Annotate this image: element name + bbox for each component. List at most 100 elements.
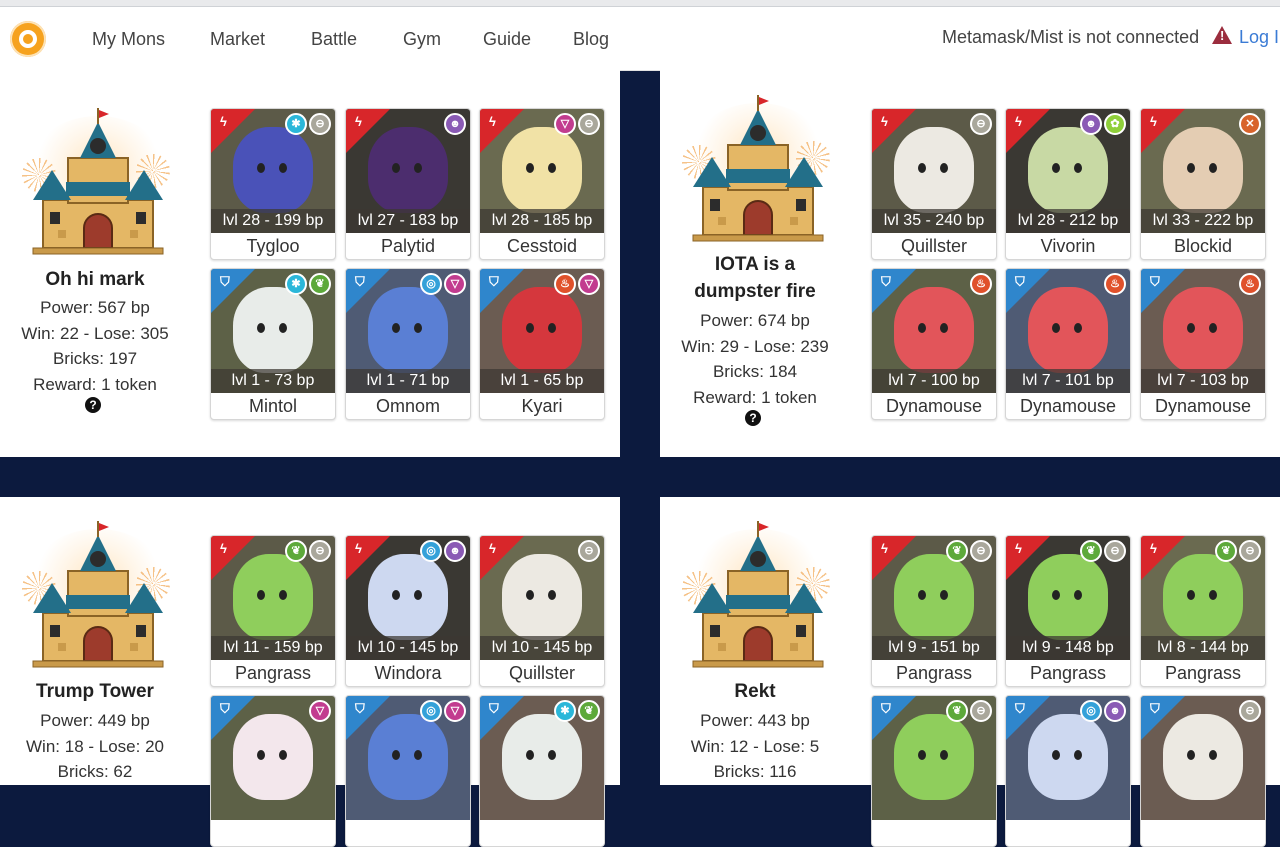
help-icon[interactable]: ? [85,397,101,413]
logo-icon[interactable] [10,21,46,57]
mon-name: Quillster [900,236,967,256]
mon-portrait: ϟ ⊖ lvl 35 - 240 bp [872,109,996,233]
attack-role-icon [211,536,255,580]
mon-name: Dynamouse [1154,396,1252,416]
mon-card[interactable]: ϟ ⊖ lvl 35 - 240 bp Quillster [871,108,997,260]
mon-portrait: ϟ ⊖ ✱ lvl 28 - 199 bp [211,109,335,233]
mon-card[interactable]: ⛉ ▽ [210,695,336,847]
mon-name: Mintol [248,396,297,416]
mon-card[interactable]: ϟ ⊖ ❦ lvl 9 - 148 bp Pangrass [1005,535,1131,687]
nav-guide[interactable]: Guide [483,29,531,50]
neutral-element-icon: ⊖ [970,700,992,722]
mon-card[interactable]: ⛉ ⊖ ❦ [871,695,997,847]
mon-card[interactable]: ϟ ⊖ ❦ lvl 11 - 159 bp Pangrass [210,535,336,687]
nav-gym[interactable]: Gym [403,29,441,50]
mon-card[interactable]: ⛉ ❦ ✱ lvl 1 - 73 bp Mintol [210,268,336,420]
mon-level-power: lvl 10 - 145 bp [480,636,604,660]
help-icon[interactable]: ? [745,410,761,426]
mon-card[interactable]: ϟ ✕ lvl 33 - 222 bp Blockid [1140,108,1266,260]
psychic-element-icon: ▽ [554,113,576,135]
shield-icon: ⛉ [489,701,499,716]
nav-market[interactable]: Market [210,29,265,50]
mon-card[interactable]: ⛉ ⊖ [1140,695,1266,847]
mon-portrait: ⛉ ♨ lvl 7 - 101 bp [1006,269,1130,393]
lightning-icon: ϟ [355,541,362,556]
defense-role-icon [211,269,255,313]
shield-icon: ⛉ [1015,701,1025,716]
mon-level-power: lvl 11 - 159 bp [211,636,335,660]
login-link[interactable]: Log In [1239,27,1280,48]
neutral-element-icon: ⊖ [309,113,331,135]
psychic-element-icon: ▽ [578,273,600,295]
mon-name: Vivorin [1040,236,1096,256]
neutral-element-icon: ⊖ [309,540,331,562]
mon-portrait: ϟ ⊖ lvl 10 - 145 bp [480,536,604,660]
mon-portrait: ⛉ ♨ lvl 7 - 103 bp [1141,269,1265,393]
mon-card[interactable]: ⛉ ▽ ♨ lvl 1 - 65 bp Kyari [479,268,605,420]
mon-card[interactable]: ϟ ☻ lvl 27 - 183 bp Palytid [345,108,471,260]
attack-role-icon [1141,109,1185,153]
gym-castle-image [678,511,838,681]
mon-card[interactable]: ϟ ✿ ☻ lvl 28 - 212 bp Vivorin [1005,108,1131,260]
neutral-element-icon: ⊖ [578,540,600,562]
nav-blog[interactable]: Blog [573,29,609,50]
gym-power: Power: 443 bp [700,711,810,730]
mon-card[interactable]: ϟ ⊖ ✱ lvl 28 - 199 bp Tygloo [210,108,336,260]
attack-role-icon [346,536,390,580]
attack-role-icon [480,109,524,153]
gym-castle-image [18,511,178,681]
mon-level-power: lvl 7 - 101 bp [1006,369,1130,393]
mon-card[interactable]: ⛉ ❦ ✱ [479,695,605,847]
defense-role-icon [872,696,916,740]
mon-card[interactable]: ϟ ⊖ lvl 10 - 145 bp Quillster [479,535,605,687]
neutral-element-icon: ⊖ [1239,700,1261,722]
mon-portrait: ϟ ☻ lvl 27 - 183 bp [346,109,470,233]
mon-portrait: ϟ ⊖ ❦ lvl 9 - 151 bp [872,536,996,660]
mon-card[interactable]: ⛉ ♨ lvl 7 - 100 bp Dynamouse [871,268,997,420]
gym-castle-image [678,85,838,255]
gym-name: IOTA is a dumpster fire [694,254,816,302]
shield-icon: ⛉ [881,701,891,716]
water-element-icon: ◎ [420,700,442,722]
wallet-status: Metamask/Mist is not connected [942,27,1200,47]
mon-card[interactable]: ⛉ ☻ ◎ [1005,695,1131,847]
mon-card[interactable]: ϟ ☻ ◎ lvl 10 - 145 bp Windora [345,535,471,687]
gym-panel: Trump Tower Power: 449 bp Win: 18 - Lose: … [0,497,620,847]
mon-card[interactable]: ϟ ⊖ ▽ lvl 28 - 185 bp Cesstoid [479,108,605,260]
mon-level-power: lvl 9 - 151 bp [872,636,996,660]
gym-power: Power: 674 bp [700,311,810,330]
nav-my-mons[interactable]: My Mons [92,29,165,50]
gym-win-lose: Win: 29 - Lose: 239 [681,336,829,356]
fire-element-icon: ♨ [970,273,992,295]
defense-role-icon [211,696,255,740]
grass-element-icon: ❦ [309,273,331,295]
attack-role-icon [1006,109,1050,153]
mon-name: Quillster [508,663,575,683]
mon-card[interactable]: ϟ ⊖ ❦ lvl 9 - 151 bp Pangrass [871,535,997,687]
ice-element-icon: ✱ [554,700,576,722]
lightning-icon: ϟ [1015,114,1022,129]
mon-card[interactable]: ⛉ ♨ lvl 7 - 103 bp Dynamouse [1140,268,1266,420]
lightning-icon: ϟ [489,541,496,556]
defense-role-icon [1141,269,1185,313]
neutral-element-icon: ⊖ [970,113,992,135]
mon-card[interactable]: ⛉ ♨ lvl 7 - 101 bp Dynamouse [1005,268,1131,420]
mon-level-power: lvl 27 - 183 bp [346,209,470,233]
gym-reward: Reward: 1 token [693,387,817,407]
mon-name: Cesstoid [506,236,578,256]
mon-card[interactable]: ϟ ⊖ ❦ lvl 8 - 144 bp Pangrass [1140,535,1266,687]
mon-portrait: ϟ ⊖ ❦ lvl 11 - 159 bp [211,536,335,660]
grass-element-icon: ❦ [1080,540,1102,562]
water-element-icon: ◎ [420,540,442,562]
mon-name: Tygloo [246,236,300,256]
mon-portrait: ⛉ ♨ lvl 7 - 100 bp [872,269,996,393]
mon-card[interactable]: ⛉ ▽ ◎ [345,695,471,847]
nav-battle[interactable]: Battle [311,29,357,50]
grass-element-icon: ❦ [1215,540,1237,562]
mon-portrait: ⛉ ▽ [211,696,335,820]
mon-card[interactable]: ⛉ ▽ ◎ lvl 1 - 71 bp Omnom [345,268,471,420]
mon-portrait: ϟ ⊖ ▽ lvl 28 - 185 bp [480,109,604,233]
psychic-element-icon: ▽ [444,700,466,722]
mon-level-power: lvl 28 - 199 bp [211,209,335,233]
shield-icon: ⛉ [1015,274,1025,289]
